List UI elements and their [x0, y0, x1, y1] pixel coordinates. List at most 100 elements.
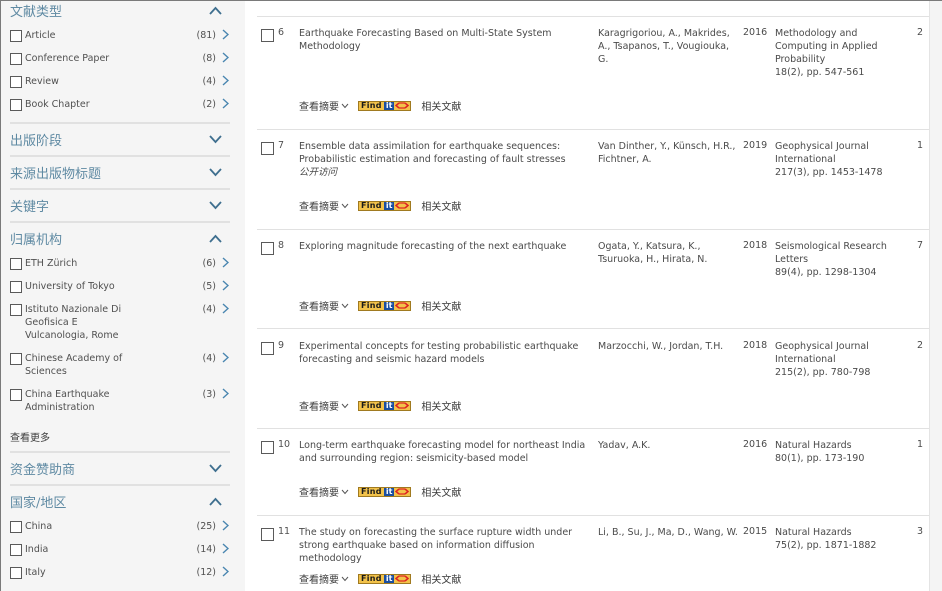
- result-title[interactable]: Earthquake Forecasting Based on Multi-St…: [299, 28, 552, 52]
- result-source-title[interactable]: Seismological Research Letters: [775, 241, 887, 265]
- chevron-up-icon[interactable]: [208, 232, 222, 246]
- result-citation-count[interactable]: 3: [917, 526, 923, 537]
- findit-button[interactable]: Find it: [358, 300, 412, 311]
- findit-button[interactable]: Find it: [358, 400, 412, 411]
- chevron-down-icon[interactable]: [208, 133, 222, 147]
- checkbox[interactable]: [10, 567, 22, 579]
- related-documents-link[interactable]: 相关文献: [421, 298, 461, 313]
- result-source[interactable]: Seismological Research Letters 89(4), pp.…: [775, 240, 905, 279]
- result-source[interactable]: Geophysical Journal International 215(2),…: [775, 340, 905, 379]
- result-title-link[interactable]: Long-term earthquake forecasting model f…: [299, 439, 589, 465]
- related-documents-link[interactable]: 相关文献: [421, 484, 461, 499]
- result-citation-count[interactable]: 2: [917, 340, 923, 351]
- result-citation-count[interactable]: 7: [917, 240, 923, 251]
- result-checkbox[interactable]: [261, 242, 274, 255]
- result-source-title[interactable]: Natural Hazards: [775, 527, 852, 538]
- chevron-down-icon[interactable]: [208, 462, 222, 476]
- chevron-right-icon[interactable]: [222, 257, 230, 269]
- result-checkbox[interactable]: [261, 441, 274, 454]
- chevron-up-icon[interactable]: [208, 495, 222, 509]
- facet-item-article[interactable]: Article (81): [10, 26, 230, 49]
- checkbox[interactable]: [10, 99, 22, 111]
- checkbox[interactable]: [10, 76, 22, 88]
- facet-header-source-title[interactable]: 来源出版物标题: [10, 157, 230, 188]
- chevron-up-icon[interactable]: [208, 4, 222, 18]
- facet-item-italy[interactable]: Italy (12): [10, 563, 230, 586]
- result-title[interactable]: The study on forecasting the surface rup…: [299, 527, 572, 564]
- checkbox[interactable]: [10, 30, 22, 42]
- facet-item-china-earthquake-administration[interactable]: China Earthquake Administration (3): [10, 385, 230, 421]
- result-title-link[interactable]: Earthquake Forecasting Based on Multi-St…: [299, 27, 589, 53]
- chevron-right-icon[interactable]: [222, 280, 230, 292]
- view-abstract-button[interactable]: 查看摘要: [299, 571, 358, 586]
- related-documents-link[interactable]: 相关文献: [421, 198, 461, 213]
- result-title-link[interactable]: The study on forecasting the surface rup…: [299, 526, 589, 565]
- chevron-down-icon[interactable]: [208, 199, 222, 213]
- related-documents-link[interactable]: 相关文献: [421, 98, 461, 113]
- view-abstract-button[interactable]: 查看摘要: [299, 98, 358, 113]
- chevron-right-icon[interactable]: [222, 75, 230, 87]
- facet-item-university-of-tokyo[interactable]: University of Tokyo (5): [10, 277, 230, 300]
- result-source-title[interactable]: Geophysical Journal International: [775, 341, 869, 365]
- facet-item-book-chapter[interactable]: Book Chapter (2): [10, 95, 230, 118]
- result-authors[interactable]: Karagrigoriou, A., Makrides, A., Tsapano…: [598, 27, 738, 66]
- facet-item-chinese-academy-of-sciences[interactable]: Chinese Academy of Sciences (4): [10, 349, 230, 385]
- facet-item-india[interactable]: India (14): [10, 540, 230, 563]
- result-source-title[interactable]: Methodology and Computing in Applied Pro…: [775, 28, 878, 65]
- result-source[interactable]: Natural Hazards 75(2), pp. 1871-1882: [775, 526, 905, 552]
- result-citation-count[interactable]: 1: [917, 140, 923, 151]
- chevron-right-icon[interactable]: [222, 29, 230, 41]
- facet-header-document-type[interactable]: 文献类型: [10, 1, 230, 26]
- result-title[interactable]: Long-term earthquake forecasting model f…: [299, 440, 585, 464]
- chevron-right-icon[interactable]: [222, 388, 230, 400]
- result-source[interactable]: Natural Hazards 80(1), pp. 173-190: [775, 439, 905, 465]
- facet-item-ingv-rome[interactable]: Istituto Nazionale Di Geofisica E Vulcan…: [10, 300, 230, 349]
- result-title[interactable]: Ensemble data assimilation for earthquak…: [299, 141, 566, 165]
- chevron-right-icon[interactable]: [222, 303, 230, 315]
- checkbox[interactable]: [10, 281, 22, 293]
- result-checkbox[interactable]: [261, 342, 274, 355]
- related-documents-link[interactable]: 相关文献: [421, 398, 461, 413]
- result-authors[interactable]: Yadav, A.K.: [598, 439, 738, 452]
- facet-header-publication-stage[interactable]: 出版阶段: [10, 124, 230, 155]
- result-authors[interactable]: Marzocchi, W., Jordan, T.H.: [598, 340, 738, 353]
- findit-button[interactable]: Find it: [358, 573, 412, 584]
- result-source-title[interactable]: Geophysical Journal International: [775, 141, 869, 165]
- facet-header-affiliation[interactable]: 归属机构: [10, 223, 230, 254]
- view-abstract-button[interactable]: 查看摘要: [299, 298, 358, 313]
- view-abstract-button[interactable]: 查看摘要: [299, 484, 358, 499]
- result-authors[interactable]: Ogata, Y., Katsura, K., Tsuruoka, H., Hi…: [598, 240, 738, 266]
- facet-header-keyword[interactable]: 关键字: [10, 190, 230, 221]
- checkbox[interactable]: [10, 353, 22, 365]
- chevron-right-icon[interactable]: [222, 520, 230, 532]
- see-more-link[interactable]: 查看更多: [10, 421, 245, 451]
- result-checkbox[interactable]: [261, 142, 274, 155]
- result-checkbox[interactable]: [261, 29, 274, 42]
- result-authors[interactable]: Van Dinther, Y., Künsch, H.R., Fichtner,…: [598, 140, 738, 166]
- result-title-link[interactable]: Ensemble data assimilation for earthquak…: [299, 140, 589, 179]
- facet-item-conference-paper[interactable]: Conference Paper (8): [10, 49, 230, 72]
- checkbox[interactable]: [10, 304, 22, 316]
- facet-item-china[interactable]: China (25): [10, 517, 230, 540]
- result-title-link[interactable]: Exploring magnitude forecasting of the n…: [299, 240, 589, 253]
- view-abstract-button[interactable]: 查看摘要: [299, 198, 358, 213]
- facet-item-review[interactable]: Review (4): [10, 72, 230, 95]
- chevron-down-icon[interactable]: [208, 166, 222, 180]
- facet-item-eth-zurich[interactable]: ETH Zürich (6): [10, 254, 230, 277]
- result-title[interactable]: Exploring magnitude forecasting of the n…: [299, 241, 566, 252]
- checkbox[interactable]: [10, 544, 22, 556]
- related-documents-link[interactable]: 相关文献: [421, 571, 461, 586]
- result-source[interactable]: Methodology and Computing in Applied Pro…: [775, 27, 905, 79]
- chevron-right-icon[interactable]: [222, 566, 230, 578]
- result-checkbox[interactable]: [261, 528, 274, 541]
- chevron-right-icon[interactable]: [222, 543, 230, 555]
- result-title[interactable]: Experimental concepts for testing probab…: [299, 341, 578, 365]
- findit-button[interactable]: Find it: [358, 200, 412, 211]
- result-citation-count[interactable]: 2: [917, 27, 923, 38]
- chevron-right-icon[interactable]: [222, 52, 230, 64]
- chevron-right-icon[interactable]: [222, 352, 230, 364]
- result-title-link[interactable]: Experimental concepts for testing probab…: [299, 340, 589, 366]
- facet-header-funding-sponsor[interactable]: 资金赞助商: [10, 453, 230, 484]
- result-source-title[interactable]: Natural Hazards: [775, 440, 852, 451]
- result-source[interactable]: Geophysical Journal International 217(3),…: [775, 140, 905, 179]
